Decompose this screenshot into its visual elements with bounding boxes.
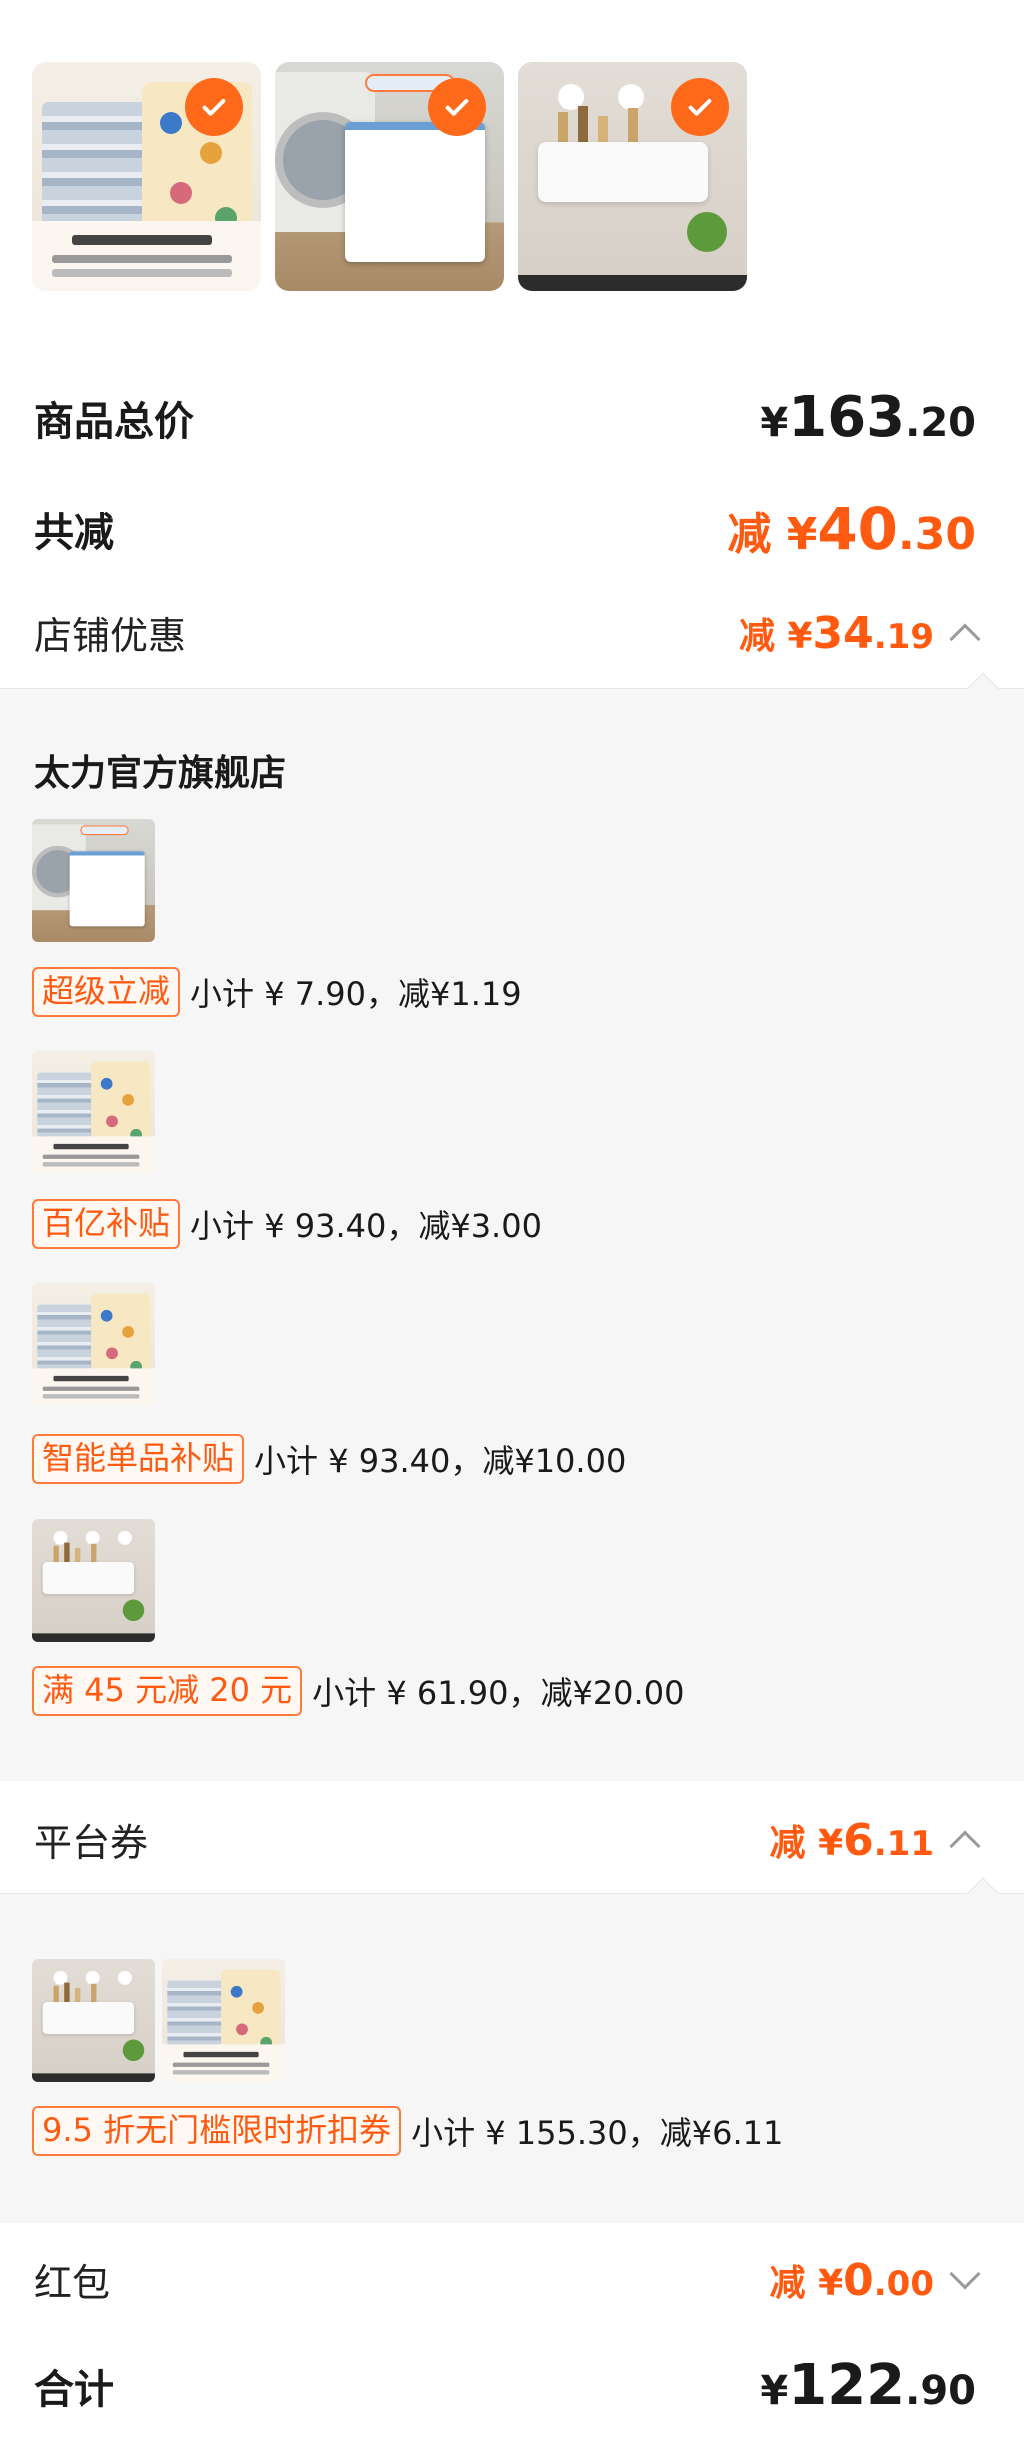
product-image-wall-shelf[interactable] xyxy=(518,62,747,291)
platform-coupon-value: 减 ¥ 6 .11 xyxy=(769,1814,934,1866)
product-image-storage-bag[interactable] xyxy=(32,62,261,291)
total-price-label: 商品总价 xyxy=(34,398,194,445)
item-thumbnail xyxy=(32,1959,155,2082)
discount-text: 小计 ¥ 93.40，减¥10.00 xyxy=(254,1441,627,1480)
discount-tag: 9.5 折无门槛限时折扣券 xyxy=(32,2106,402,2156)
discount-text: 小计 ¥ 7.90，减¥1.19 xyxy=(190,974,522,1013)
item-thumbnail xyxy=(32,1283,155,1406)
discount-text: 小计 ¥ 93.40，减¥3.00 xyxy=(190,1206,542,1245)
discount-line: 9.5 折无门槛限时折扣券 小计 ¥ 155.30，减¥6.11 xyxy=(32,2106,783,2156)
chevron-down-icon[interactable] xyxy=(949,2257,981,2290)
item-thumbnail xyxy=(32,819,155,942)
red-packet-value: 减 ¥ 0 .00 xyxy=(769,2254,934,2306)
platform-coupon-row[interactable]: 平台券 减 ¥ 6 .11 xyxy=(34,1812,981,1867)
discount-tag: 超级立减 xyxy=(32,967,181,1017)
red-packet-label: 红包 xyxy=(34,2261,111,2305)
total-price-value: ¥ 163 .20 xyxy=(760,385,976,450)
discount-tag: 智能单品补贴 xyxy=(32,1434,245,1484)
discount-text: 小计 ¥ 155.30，减¥6.11 xyxy=(411,2113,784,2152)
shop-discount-value: 减 ¥ 34 .19 xyxy=(738,607,934,659)
check-icon[interactable] xyxy=(428,78,486,136)
total-reduction-row: 共减 减 ¥ 40 .30 xyxy=(34,495,976,563)
discount-tag: 百亿补贴 xyxy=(32,1199,181,1249)
discount-tag: 满 45 元减 20 元 xyxy=(32,1666,303,1716)
chevron-up-icon[interactable] xyxy=(949,622,981,655)
discount-line: 百亿补贴 小计 ¥ 93.40，减¥3.00 xyxy=(32,1199,542,1249)
grand-total-value: ¥ 122 .90 xyxy=(760,2353,976,2418)
product-image-net-bag[interactable] xyxy=(275,62,504,291)
discount-line: 智能单品补贴 小计 ¥ 93.40，减¥10.00 xyxy=(32,1434,626,1484)
item-thumbnail xyxy=(32,1519,155,1642)
total-reduction-value: 减 ¥ 40 .30 xyxy=(727,495,976,563)
check-icon[interactable] xyxy=(671,78,729,136)
grand-total-row: 合计 ¥ 122 .90 xyxy=(34,2353,976,2418)
discount-text: 小计 ¥ 61.90，减¥20.00 xyxy=(312,1673,685,1712)
discount-line: 满 45 元减 20 元 小计 ¥ 61.90，减¥20.00 xyxy=(32,1666,684,1716)
check-icon[interactable] xyxy=(185,78,243,136)
total-price-row: 商品总价 ¥ 163 .20 xyxy=(34,385,976,450)
red-packet-row[interactable]: 红包 减 ¥ 0 .00 xyxy=(34,2252,981,2307)
platform-coupon-label: 平台券 xyxy=(34,1821,149,1865)
total-reduction-label: 共减 xyxy=(34,510,114,556)
chevron-up-icon[interactable] xyxy=(949,1829,981,1862)
selected-products xyxy=(32,62,747,291)
shop-discount-row[interactable]: 店铺优惠 减 ¥ 34 .19 xyxy=(34,605,981,660)
shop-discount-label: 店铺优惠 xyxy=(34,614,187,658)
discount-line: 超级立减 小计 ¥ 7.90，减¥1.19 xyxy=(32,967,522,1017)
shop-name: 太力官方旗舰店 xyxy=(34,753,287,794)
grand-total-label: 合计 xyxy=(34,2366,114,2413)
item-thumbnail xyxy=(162,1959,285,2082)
item-thumbnail xyxy=(32,1051,155,1174)
platform-coupon-panel: 9.5 折无门槛限时折扣券 小计 ¥ 155.30，减¥6.11 xyxy=(0,1877,1024,2223)
shop-discount-panel: 太力官方旗舰店 超级立减 小计 ¥ 7.90，减¥1.19 百亿补贴 小计 ¥ … xyxy=(0,672,1024,1781)
